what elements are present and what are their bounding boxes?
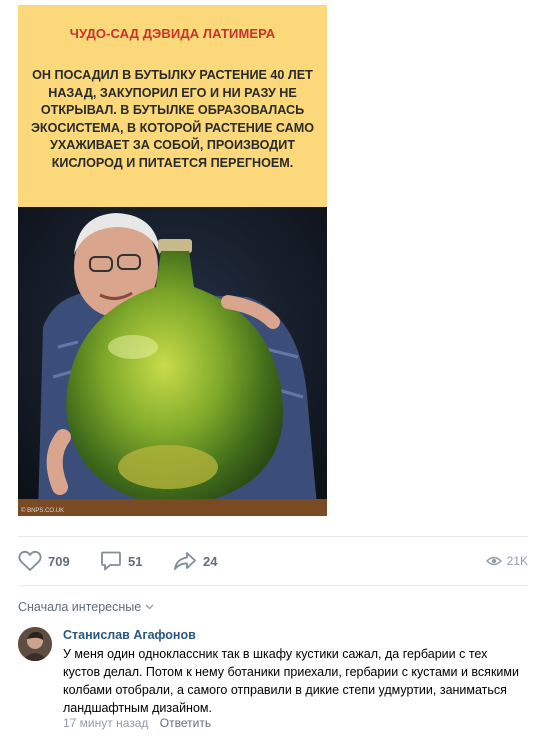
views-count: 21K bbox=[506, 554, 528, 568]
share-button[interactable]: 24 bbox=[173, 548, 217, 574]
divider bbox=[18, 536, 528, 537]
comment-time[interactable]: 17 минут назад bbox=[63, 716, 148, 730]
comment-count: 51 bbox=[128, 553, 143, 569]
comments-sort-toggle[interactable]: Сначала интересные bbox=[18, 600, 154, 614]
avatar[interactable] bbox=[18, 627, 52, 661]
comment-meta: 17 минут назад Ответить bbox=[63, 716, 211, 730]
chevron-down-icon bbox=[145, 604, 154, 610]
share-icon bbox=[174, 552, 196, 570]
share-count: 24 bbox=[203, 553, 218, 569]
comment-button[interactable]: 51 bbox=[100, 548, 142, 574]
comment-author[interactable]: Станислав Агафонов bbox=[63, 628, 196, 642]
like-count: 709 bbox=[48, 553, 70, 569]
like-button[interactable]: 709 bbox=[18, 548, 70, 574]
eye-icon bbox=[485, 556, 502, 566]
terrarium-illustration bbox=[18, 207, 327, 516]
heart-icon bbox=[18, 550, 42, 571]
comment-icon bbox=[101, 551, 121, 571]
terrarium-photo: © BNPS.CO.UK bbox=[18, 207, 327, 516]
comments-sort-label: Сначала интересные bbox=[18, 600, 142, 614]
card-title: ЧУДО-САД ДЭВИДА ЛАТИМЕРА bbox=[69, 26, 276, 41]
post-image[interactable]: ЧУДО-САД ДЭВИДА ЛАТИМЕРА ОН ПОСАДИЛ В БУ… bbox=[18, 5, 327, 516]
divider bbox=[18, 585, 528, 586]
post-actions: 709 51 24 21K bbox=[18, 548, 530, 574]
reply-button[interactable]: Ответить bbox=[160, 716, 211, 730]
comment-text: У меня один одноклассник так в шкафу кус… bbox=[63, 647, 519, 715]
avatar-image bbox=[18, 627, 52, 661]
views-counter: 21K bbox=[485, 548, 528, 574]
card-text: ОН ПОСАДИЛ В БУТЫЛКУ РАСТЕНИЕ 40 ЛЕТ НАЗ… bbox=[30, 68, 315, 170]
info-card: ЧУДО-САД ДЭВИДА ЛАТИМЕРА ОН ПОСАДИЛ В БУ… bbox=[18, 5, 327, 207]
watermark: © BNPS.CO.UK bbox=[21, 508, 65, 514]
